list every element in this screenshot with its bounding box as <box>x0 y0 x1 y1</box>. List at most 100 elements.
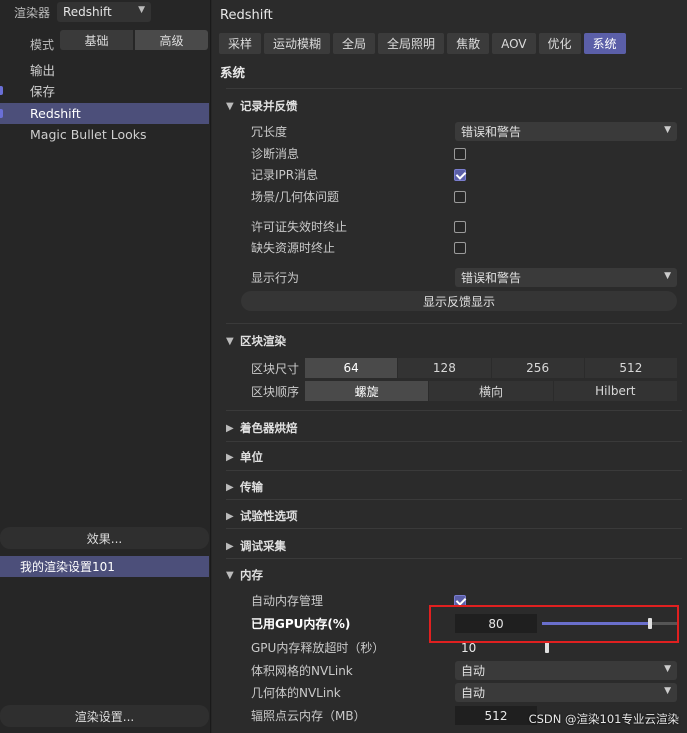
enabled-marker <box>0 86 3 95</box>
bucket-size-256[interactable]: 256 <box>491 358 584 378</box>
irradiance-memory-input[interactable]: 512 <box>455 706 537 725</box>
group-label: 单位 <box>240 450 263 464</box>
chevron-down-icon: ▼ <box>664 271 671 281</box>
divider <box>226 558 682 559</box>
bucket-order-hilbert[interactable]: Hilbert <box>553 381 677 401</box>
nvlink-volume-value: 自动 <box>461 664 486 678</box>
divider <box>226 88 682 89</box>
tree-item-redshift[interactable]: Redshift <box>0 103 209 124</box>
group-experimental[interactable]: ▶ 试验性选项 <box>226 506 298 526</box>
display-behavior-dropdown[interactable]: 错误和警告 ▼ <box>455 268 677 287</box>
chevron-down-icon: ▼ <box>226 100 234 112</box>
show-feedback-button[interactable]: 显示反馈显示 <box>241 291 677 311</box>
chevron-down-icon: ▼ <box>664 664 671 674</box>
chevron-down-icon: ▼ <box>226 569 234 581</box>
renderer-label: 渲染器 <box>14 6 51 20</box>
highlight-annotation <box>429 605 679 643</box>
group-transfer[interactable]: ▶ 传输 <box>226 477 263 497</box>
nvlink-geometry-label: 几何体的NVLink <box>251 685 341 700</box>
mode-label: 模式 <box>30 38 55 52</box>
group-label: 记录并反馈 <box>240 99 298 113</box>
effects-button[interactable]: 效果... <box>0 527 209 549</box>
divider <box>226 323 682 324</box>
verbosity-value: 错误和警告 <box>461 125 522 139</box>
bucket-order-spiral[interactable]: 螺旋 <box>305 381 429 401</box>
divider <box>226 499 682 500</box>
chevron-down-icon: ▼ <box>664 125 671 135</box>
ipr-log-checkbox[interactable] <box>454 169 466 181</box>
group-label: 内存 <box>240 568 263 582</box>
bucket-size-128[interactable]: 128 <box>398 358 491 378</box>
diagnostics-checkbox[interactable] <box>454 148 466 160</box>
tree-item-label: Redshift <box>30 106 81 121</box>
enabled-marker <box>0 109 3 118</box>
tab-system[interactable]: 系统 <box>583 33 626 54</box>
divider <box>226 470 682 471</box>
tree-item-magic-bullet-looks[interactable]: Magic Bullet Looks <box>0 124 209 145</box>
scene-issues-checkbox[interactable] <box>454 191 466 203</box>
mode-advanced-button[interactable]: 高级 <box>135 30 208 50</box>
tab-aov[interactable]: AOV <box>492 33 536 54</box>
bucket-order-label: 区块顺序 <box>251 384 300 399</box>
renderer-dropdown[interactable]: Redshift ▼ <box>57 2 151 22</box>
bucket-size-64[interactable]: 64 <box>305 358 398 378</box>
chevron-right-icon: ▶ <box>226 540 234 552</box>
tab-sampling[interactable]: 采样 <box>219 33 262 54</box>
group-debug-capture[interactable]: ▶ 调试采集 <box>226 536 286 556</box>
nvlink-geometry-value: 自动 <box>461 686 486 700</box>
chevron-right-icon: ▶ <box>226 451 234 463</box>
group-units[interactable]: ▶ 单位 <box>226 447 263 467</box>
section-title: 系统 <box>220 65 246 80</box>
group-bucket-rendering[interactable]: ▼ 区块渲染 <box>226 331 286 351</box>
tab-motion-blur[interactable]: 运动模糊 <box>264 33 331 54</box>
tree-item-label: 保存 <box>30 84 56 99</box>
group-shader-baking[interactable]: ▶ 着色器烘焙 <box>226 418 298 438</box>
left-panel: 渲染器 Redshift ▼ 模式 基础 高级 输出 保存 Redshift M… <box>0 0 211 733</box>
divider <box>226 410 682 411</box>
mode-switch: 基础 高级 <box>60 30 208 50</box>
panel-title: Redshift <box>220 8 273 23</box>
diagnostics-label: 诊断消息 <box>251 146 300 161</box>
render-preset-item[interactable]: 我的渲染设置101 <box>0 556 209 577</box>
tree-item-save[interactable]: 保存 <box>0 80 209 101</box>
missing-abort-checkbox[interactable] <box>454 242 466 254</box>
nvlink-volume-dropdown[interactable]: 自动 ▼ <box>455 661 677 680</box>
tab-optimization[interactable]: 优化 <box>538 33 581 54</box>
nvlink-volume-label: 体积网格的NVLink <box>251 663 353 678</box>
nvlink-geometry-dropdown[interactable]: 自动 ▼ <box>455 683 677 702</box>
group-label: 区块渲染 <box>240 334 286 348</box>
watermark: CSDN @渲染101专业云渲染 <box>528 712 679 726</box>
chevron-right-icon: ▶ <box>226 422 234 434</box>
tab-caustics[interactable]: 焦散 <box>447 33 490 54</box>
group-label: 试验性选项 <box>240 509 298 523</box>
group-memory[interactable]: ▼ 内存 <box>226 565 263 585</box>
divider <box>226 528 682 529</box>
group-logging[interactable]: ▼ 记录并反馈 <box>226 96 298 116</box>
chevron-right-icon: ▶ <box>226 481 234 493</box>
bucket-size-512[interactable]: 512 <box>584 358 677 378</box>
verbosity-label: 冗长度 <box>251 124 288 139</box>
chevron-right-icon: ▶ <box>226 510 234 522</box>
timeout-slider-handle[interactable] <box>545 642 549 653</box>
auto-memory-label: 自动内存管理 <box>251 593 324 608</box>
display-behavior-label: 显示行为 <box>251 270 300 285</box>
tab-global[interactable]: 全局 <box>333 33 376 54</box>
group-label: 着色器烘焙 <box>240 421 298 435</box>
bucket-size-selector: 64 128 256 512 <box>305 358 677 378</box>
divider <box>226 441 682 442</box>
verbosity-dropdown[interactable]: 错误和警告 ▼ <box>455 122 677 141</box>
bucket-order-horizontal[interactable]: 横向 <box>429 381 553 401</box>
tree-item-output[interactable]: 输出 <box>0 59 209 80</box>
chevron-down-icon: ▼ <box>138 5 145 15</box>
render-settings-button[interactable]: 渲染设置... <box>0 705 209 727</box>
license-abort-checkbox[interactable] <box>454 221 466 233</box>
mode-basic-button[interactable]: 基础 <box>60 30 133 50</box>
scene-issues-label: 场景/几何体问题 <box>251 189 340 204</box>
missing-abort-label: 缺失资源时终止 <box>251 240 336 255</box>
tab-global-illumination[interactable]: 全局照明 <box>378 33 445 54</box>
bucket-size-label: 区块尺寸 <box>251 361 300 376</box>
display-behavior-value: 错误和警告 <box>461 271 522 285</box>
group-label: 传输 <box>240 480 263 494</box>
bucket-order-selector: 螺旋 横向 Hilbert <box>305 381 677 401</box>
tab-bar: 采样 运动模糊 全局 全局照明 焦散 AOV 优化 系统 <box>219 33 626 54</box>
